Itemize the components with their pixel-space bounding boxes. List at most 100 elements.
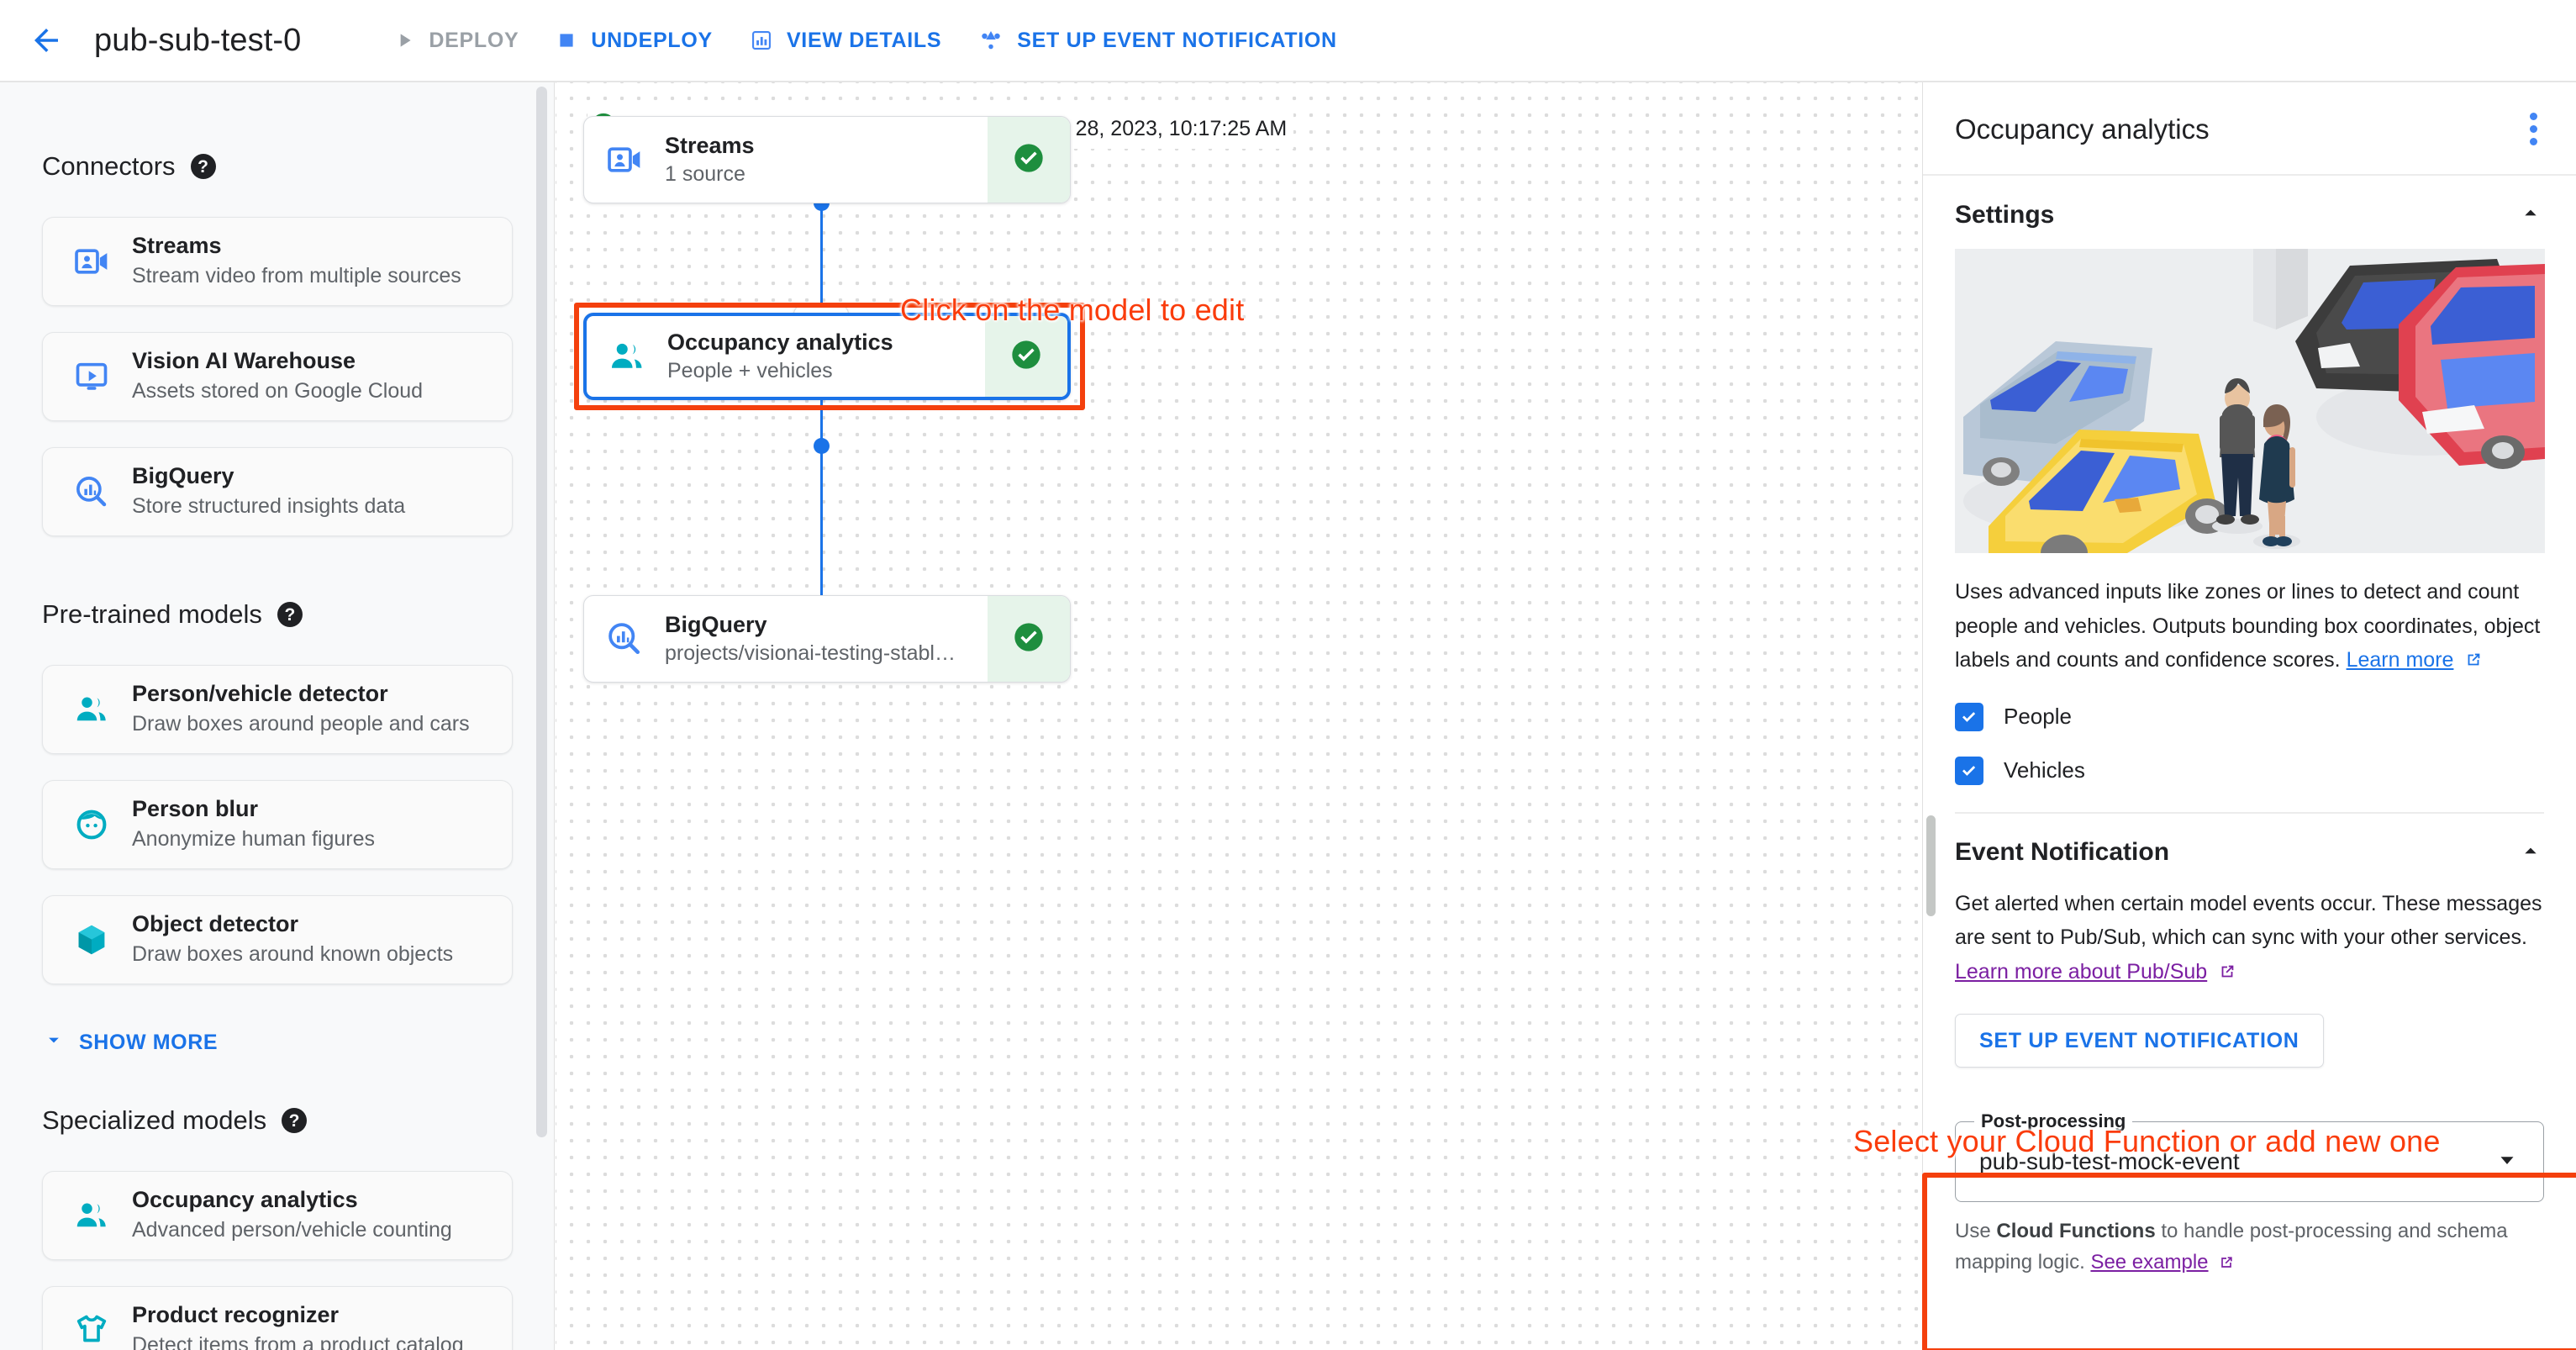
undeploy-button-label: UNDEPLOY bbox=[591, 28, 713, 52]
sidebar-item-desc: Stream video from multiple sources bbox=[132, 264, 461, 288]
deploy-button[interactable]: DEPLOY bbox=[375, 17, 537, 65]
node-status-badge bbox=[988, 117, 1070, 203]
help-icon[interactable]: ? bbox=[282, 1108, 308, 1133]
see-example-link[interactable]: See example bbox=[2090, 1251, 2208, 1274]
sidebar-item-title: Vision AI Warehouse bbox=[132, 348, 356, 374]
checkbox-vehicles[interactable] bbox=[1955, 756, 1983, 785]
deploy-button-label: DEPLOY bbox=[429, 28, 519, 52]
learn-more-link[interactable]: Learn more bbox=[2347, 648, 2454, 672]
view-details-button-label: VIEW DETAILS bbox=[786, 28, 942, 52]
setup-event-notification-button-label: SET UP EVENT NOTIFICATION bbox=[1017, 28, 1337, 52]
checkbox-people[interactable] bbox=[1955, 702, 1983, 731]
undeploy-button[interactable]: UNDEPLOY bbox=[537, 17, 731, 65]
event-notification-section-header[interactable]: Event Notification bbox=[1923, 814, 2576, 887]
sidebar-item-title: Person blur bbox=[132, 796, 259, 822]
help-icon[interactable]: ? bbox=[277, 602, 303, 627]
sidebar-item-desc: Store structured insights data bbox=[132, 494, 406, 519]
setup-event-notification-button[interactable]: SET UP EVENT NOTIFICATION bbox=[960, 16, 1356, 65]
chevron-up-icon[interactable] bbox=[2517, 199, 2544, 230]
helper-bold: Cloud Functions bbox=[1996, 1220, 2156, 1242]
page-title: pub-sub-test-0 bbox=[94, 22, 302, 58]
panel-setup-event-notification-button[interactable]: SET UP EVENT NOTIFICATION bbox=[1955, 1014, 2324, 1068]
sidebar-item-title: Occupancy analytics bbox=[132, 1187, 358, 1213]
people-icon bbox=[587, 316, 667, 397]
check-circle-icon bbox=[1009, 338, 1043, 376]
sidebar-item-desc: Draw boxes around known objects bbox=[132, 942, 454, 967]
sidebar-item-product-recognizer[interactable]: Product recognizer Detect items from a p… bbox=[42, 1286, 513, 1350]
node-status-badge bbox=[988, 596, 1070, 682]
triangle-down-icon[interactable] bbox=[2494, 1147, 2520, 1177]
sidebar-item-title: BigQuery bbox=[132, 463, 234, 489]
post-processing-value: pub-sub-test-mock-event bbox=[1979, 1148, 2240, 1174]
pretrained-models-label: Pre-trained models bbox=[42, 599, 262, 629]
learn-more-pubsub-link[interactable]: Learn more about Pub/Sub bbox=[1955, 960, 2207, 983]
event-notification-section-body: Get alerted when certain model events oc… bbox=[1923, 887, 2576, 1279]
sidebar-item-streams[interactable]: Streams Stream video from multiple sourc… bbox=[42, 217, 513, 306]
canvas-node-streams[interactable]: Streams 1 source bbox=[583, 116, 1071, 203]
arrow-left-icon bbox=[34, 29, 58, 52]
sidebar-scroll-content: Connectors ? Streams Stream video from m… bbox=[0, 82, 554, 1350]
settings-section-header[interactable]: Settings bbox=[1923, 176, 2576, 249]
pipeline-canvas[interactable]: This application is deployed. Last updat… bbox=[556, 82, 1921, 1350]
checkbox-row-vehicles[interactable]: Vehicles bbox=[1955, 756, 2544, 785]
post-processing-select[interactable]: Post-processing pub-sub-test-mock-event bbox=[1955, 1110, 2544, 1202]
sidebar-item-title: Product recognizer bbox=[132, 1302, 340, 1328]
node-title: BigQuery bbox=[665, 612, 767, 638]
connector-dot-model-out[interactable] bbox=[814, 438, 830, 454]
post-processing-label: Post-processing bbox=[1974, 1110, 2133, 1132]
sidebar-item-bigquery[interactable]: BigQuery Store structured insights data bbox=[42, 447, 513, 536]
show-more-button[interactable]: SHOW MORE bbox=[42, 1028, 554, 1057]
sidebar-section-specialized-title: Specialized models ? bbox=[0, 1105, 554, 1136]
pubsub-icon bbox=[978, 28, 1004, 53]
sidebar-item-person-vehicle-detector[interactable]: Person/vehicle detector Draw boxes aroun… bbox=[42, 665, 513, 754]
panel-scrollbar[interactable] bbox=[1926, 815, 1936, 916]
helper-pre: Use bbox=[1955, 1220, 1997, 1242]
stop-square-icon bbox=[556, 29, 577, 51]
connectors-label: Connectors bbox=[42, 151, 176, 181]
cube-icon bbox=[61, 921, 122, 958]
event-notification-section-title: Event Notification bbox=[1955, 838, 2170, 866]
face-icon bbox=[61, 806, 122, 843]
parking-lot-illustration bbox=[1955, 249, 2545, 553]
settings-description: Uses advanced inputs like zones or lines… bbox=[1955, 575, 2544, 678]
canvas-node-bigquery[interactable]: BigQuery projects/visionai-testing-stabl… bbox=[583, 595, 1071, 683]
bar-chart-icon bbox=[750, 29, 773, 52]
post-processing-field: Post-processing pub-sub-test-mock-event … bbox=[1955, 1110, 2544, 1278]
sidebar-item-person-blur[interactable]: Person blur Anonymize human figures bbox=[42, 780, 513, 869]
external-link-icon bbox=[2213, 1251, 2236, 1274]
canvas-node-occupancy-analytics[interactable]: Occupancy analytics People + vehicles bbox=[583, 313, 1071, 400]
sidebar-item-desc: Anonymize human figures bbox=[132, 827, 376, 852]
sidebar-item-desc: Draw boxes around people and cars bbox=[132, 712, 470, 736]
node-subtitle: projects/visionai-testing-stabl… bbox=[665, 641, 956, 665]
people-icon bbox=[61, 1197, 122, 1234]
sidebar-scrollbar[interactable] bbox=[536, 87, 547, 1137]
play-icon bbox=[393, 29, 415, 51]
sidebar-item-title: Streams bbox=[132, 233, 222, 259]
panel-title: Occupancy analytics bbox=[1955, 113, 2210, 145]
sidebar-item-vision-ai-warehouse[interactable]: Vision AI Warehouse Assets stored on Goo… bbox=[42, 332, 513, 421]
node-title: Occupancy analytics bbox=[667, 330, 893, 356]
check-circle-icon bbox=[1012, 141, 1046, 179]
sidebar-section-connectors-title: Connectors ? bbox=[0, 151, 554, 182]
toolbar-actions: DEPLOY UNDEPLOY VIEW DETAILS SET UP EVEN… bbox=[375, 16, 1355, 65]
checkbox-row-people[interactable]: People bbox=[1955, 702, 2544, 731]
back-button[interactable] bbox=[24, 18, 69, 63]
bigquery-icon bbox=[61, 473, 122, 510]
bigquery-icon bbox=[584, 596, 665, 682]
sidebar-item-occupancy-analytics[interactable]: Occupancy analytics Advanced person/vehi… bbox=[42, 1171, 513, 1260]
help-icon[interactable]: ? bbox=[190, 154, 216, 179]
node-status-badge bbox=[985, 316, 1067, 397]
video-camera-person-icon bbox=[61, 243, 122, 280]
sidebar-item-desc: Detect items from a product catalog bbox=[132, 1333, 464, 1350]
event-notification-description-text: Get alerted when certain model events oc… bbox=[1955, 891, 2542, 950]
settings-section-title: Settings bbox=[1955, 200, 2055, 229]
top-app-bar: pub-sub-test-0 DEPLOY UNDEPLOY VIEW DETA… bbox=[0, 0, 2576, 82]
sidebar-item-desc: Assets stored on Google Cloud bbox=[132, 379, 424, 403]
check-circle-icon bbox=[1012, 620, 1046, 658]
chevron-up-icon[interactable] bbox=[2517, 837, 2544, 868]
view-details-button[interactable]: VIEW DETAILS bbox=[731, 17, 960, 65]
edge-model-to-bigquery-lower bbox=[820, 444, 823, 604]
more-vert-icon[interactable] bbox=[2523, 106, 2544, 152]
tshirt-icon bbox=[61, 1311, 122, 1350]
sidebar-item-object-detector[interactable]: Object detector Draw boxes around known … bbox=[42, 895, 513, 984]
